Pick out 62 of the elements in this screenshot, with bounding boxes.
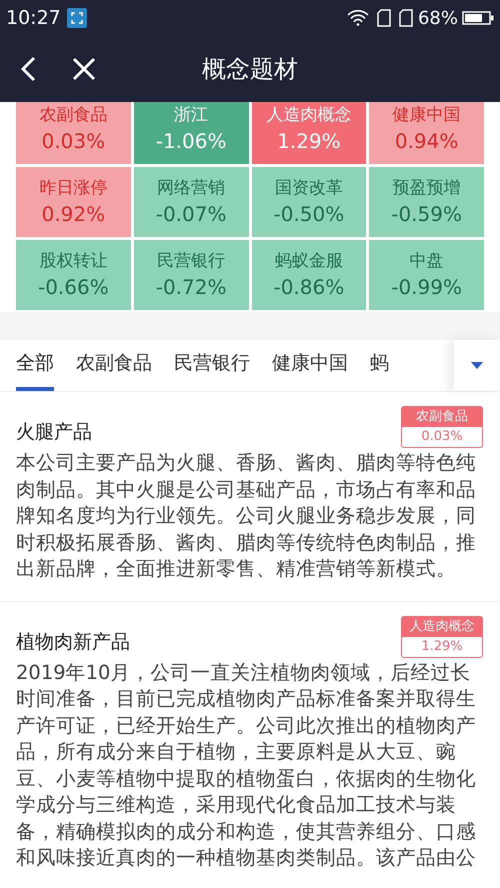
sim-icon [376, 9, 391, 27]
concept-tile[interactable]: 人造肉概念 1.29% [252, 102, 366, 164]
article-title: 植物肉新产品 [16, 630, 130, 654]
tag-name: 人造肉概念 [402, 616, 482, 636]
concept-change: -0.07% [156, 201, 226, 228]
concept-tile[interactable]: 健康中国 0.94% [369, 102, 484, 164]
concept-tile[interactable]: 网络营销 -0.07% [134, 167, 248, 237]
status-time: 10:27 [6, 6, 61, 31]
concept-name: 浙江 [174, 104, 208, 127]
concept-change: 0.92% [42, 201, 106, 228]
concept-tile[interactable]: 中盘 -0.99% [369, 240, 484, 310]
concept-tile[interactable]: 农副食品 0.03% [16, 102, 131, 164]
concept-name: 中盘 [410, 250, 444, 273]
category-tab[interactable]: 健康中国 [272, 340, 348, 391]
concept-name: 人造肉概念 [266, 104, 352, 127]
concept-tile[interactable]: 浙江 -1.06% [134, 102, 248, 164]
concept-tile[interactable]: 股权转让 -0.66% [16, 240, 131, 310]
concept-tile[interactable]: 昨日涨停 0.92% [16, 167, 131, 237]
concept-name: 农副食品 [39, 104, 108, 127]
category-tab[interactable]: 全部 [16, 340, 54, 391]
concept-change: -0.86% [273, 274, 344, 301]
concept-change: -1.06% [156, 128, 226, 155]
concept-name: 股权转让 [39, 250, 108, 273]
concept-tile[interactable]: 民营银行 -0.72% [134, 240, 248, 310]
concept-tile[interactable]: 蚂蚁金服 -0.86% [252, 240, 366, 310]
battery-percent: 68% [418, 6, 458, 30]
concept-change: 1.29% [277, 128, 341, 155]
page-title: 概念题材 [202, 54, 298, 85]
caret-down-icon [471, 362, 483, 369]
concept-name: 国资改革 [274, 177, 343, 200]
category-tab[interactable]: 蚂 [370, 340, 389, 391]
article-text: 2019年10月，公司一直关注植物肉领域，后经过长时间准备，目前已完成植物肉产品标准备案并取得生产许可证，已经开始生产。公司此次推出的植物肉产品，所有成分来自于植物，主要原料是从大豆、豌豆、小麦等植物中提取的植物蛋白，依据肉的生物化学成分与三维构造，采用现代化食品加工技术与装备，精确模拟肉的成分和构造，使其营养组分、口感和风味接近真肉的一种植物基肉类制品。该产品由公 [16, 660, 477, 871]
concept-change: -0.66% [38, 274, 109, 301]
concept-change: -0.99% [391, 274, 462, 301]
close-icon [72, 57, 96, 81]
screenshot-icon [66, 8, 87, 28]
battery-icon [462, 11, 494, 25]
concept-change: -0.72% [156, 274, 226, 301]
concept-name: 网络营销 [157, 177, 226, 200]
tag-name: 农副食品 [402, 407, 482, 427]
tag-change: 1.29% [420, 638, 464, 656]
article-title: 火腿产品 [16, 420, 92, 445]
concept-change: -0.59% [391, 201, 462, 228]
concept-name: 健康中国 [392, 104, 461, 127]
tag-change: 0.03% [420, 428, 464, 446]
concept-name: 预盈预增 [392, 177, 461, 200]
concept-change: -0.50% [273, 201, 344, 228]
category-tab[interactable]: 民营银行 [174, 340, 250, 391]
concept-tile[interactable]: 国资改革 -0.50% [252, 167, 366, 237]
concept-change: 0.94% [394, 128, 458, 155]
category-tab[interactable]: 农副食品 [76, 340, 152, 391]
back-icon [20, 56, 36, 82]
concept-name: 昨日涨停 [39, 177, 108, 200]
concept-tag[interactable]: 人造肉概念 1.29% [401, 616, 483, 658]
wifi-icon [346, 10, 369, 26]
sim-icon [398, 9, 413, 27]
concept-change: 0.03% [42, 128, 106, 155]
concept-tag[interactable]: 农副食品 0.03% [401, 406, 483, 448]
concept-name: 民营银行 [157, 250, 226, 273]
article-text: 本公司主要产品为火腿、香肠、酱肉、腊肉等特色纯肉制品。其中火腿是公司基础产品，市场占有率和品牌知名度均为行业领先。公司火腿业务稳步发展，同时积极拓展香肠、酱肉、腊肉等传统特色肉制品，推出新品牌，全面推进新零售、精准营销等新模式。 [16, 450, 477, 582]
concept-name: 蚂蚁金服 [274, 250, 343, 273]
concept-tile[interactable]: 预盈预增 -0.59% [369, 167, 484, 237]
